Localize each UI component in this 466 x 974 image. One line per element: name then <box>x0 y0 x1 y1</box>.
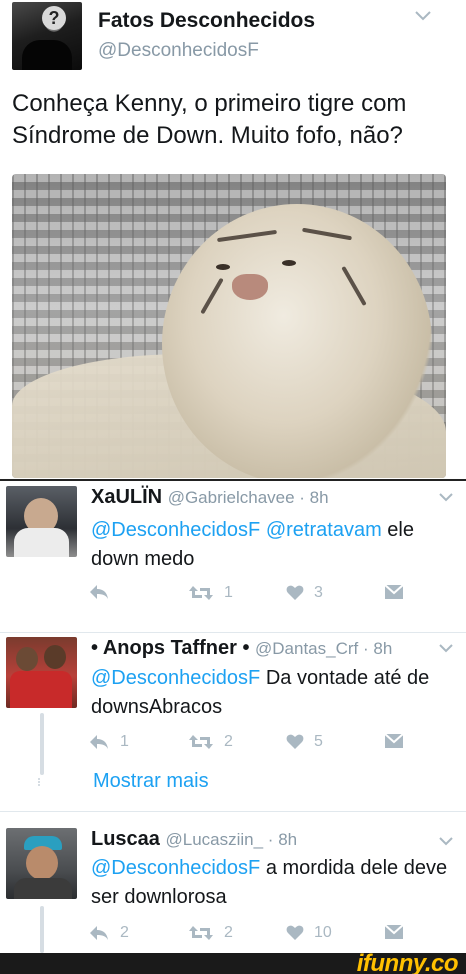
thread-line <box>40 906 44 953</box>
reply-author-name[interactable]: Luscaa <box>91 828 160 850</box>
question-mark-icon: ? <box>42 6 66 30</box>
divider <box>0 479 466 481</box>
author-name[interactable]: Fatos Desconhecidos <box>98 9 315 33</box>
mention-link[interactable]: @DesconhecidosF <box>91 667 260 689</box>
reply-author-name[interactable]: • Anops Taffner • <box>91 637 249 659</box>
retweet-icon <box>189 926 213 940</box>
tweet-photo[interactable] <box>12 174 446 478</box>
reply-meta: @Gabrielchavee · 8h <box>167 488 329 507</box>
like-button[interactable]: 5 <box>286 733 323 751</box>
reply-button[interactable] <box>88 584 120 600</box>
ifunny-logo: ifunny.co <box>356 950 459 974</box>
mention-link[interactable]: @retratavam <box>266 519 382 541</box>
reply-item[interactable]: • Anops Taffner • @Dantas_Crf · 8h @Desc… <box>0 633 466 811</box>
dm-button[interactable] <box>384 584 404 600</box>
retweet-button[interactable]: 2 <box>188 733 233 751</box>
like-icon <box>286 925 304 940</box>
reply-meta: @Dantas_Crf · 8h <box>255 639 393 658</box>
chevron-down-icon[interactable] <box>438 492 454 502</box>
dm-icon <box>384 733 404 748</box>
retweet-icon <box>189 735 213 749</box>
reply-item[interactable]: Luscaa @Lucasziin_ · 8h @DesconhecidosF … <box>0 812 466 953</box>
reply-icon <box>90 735 108 749</box>
reply-meta: @Lucasziin_ · 8h <box>165 830 298 849</box>
avatar[interactable] <box>6 486 77 557</box>
like-button[interactable]: 3 <box>286 584 323 602</box>
reply-text: @DesconhecidosF a mordida dele deve ser … <box>91 857 448 908</box>
tweet-text: Conheça Kenny, o primeiro tigre com Sínd… <box>12 90 407 149</box>
mention-link[interactable]: @DesconhecidosF <box>91 857 260 879</box>
show-more-link[interactable]: Mostrar mais <box>93 770 209 793</box>
tweet-actions: 1 3 <box>88 584 418 608</box>
mention-link[interactable]: @DesconhecidosF <box>91 519 260 541</box>
dm-button[interactable] <box>384 924 404 940</box>
thread-line <box>40 713 44 775</box>
tiger-image <box>162 204 432 478</box>
tweet-actions: 2 2 10 <box>88 924 418 948</box>
main-tweet: ? Fatos Desconhecidos @DesconhecidosF Co… <box>0 0 466 480</box>
like-icon <box>286 585 304 600</box>
like-icon <box>286 734 304 749</box>
watermark-bar: ifunny.co <box>0 950 466 974</box>
chevron-down-icon[interactable] <box>438 836 454 846</box>
dm-icon <box>384 924 404 939</box>
reply-text: @DesconhecidosF Da vontade até de downsA… <box>91 667 430 718</box>
reply-icon <box>90 585 108 599</box>
avatar[interactable] <box>6 828 77 899</box>
reply-item[interactable]: XaULÏN @Gabrielchavee · 8h @Desconhecido… <box>0 482 466 632</box>
dm-icon <box>384 584 404 599</box>
like-button[interactable]: 10 <box>286 924 332 942</box>
retweet-icon <box>189 586 213 600</box>
chevron-down-icon[interactable] <box>438 643 454 653</box>
tweet-actions: 1 2 5 <box>88 733 418 757</box>
chevron-down-icon[interactable] <box>414 10 432 22</box>
dm-button[interactable] <box>384 733 404 749</box>
retweet-button[interactable]: 1 <box>188 584 233 602</box>
retweet-button[interactable]: 2 <box>188 924 233 942</box>
reply-button[interactable]: 2 <box>88 924 129 942</box>
reply-button[interactable]: 1 <box>88 733 129 751</box>
avatar[interactable]: ? <box>12 2 82 70</box>
reply-text: @DesconhecidosF @retratavam ele down med… <box>91 519 414 570</box>
avatar[interactable] <box>6 637 77 708</box>
reply-author-name[interactable]: XaULÏN <box>91 486 162 508</box>
reply-icon <box>90 926 108 940</box>
author-handle[interactable]: @DesconhecidosF <box>98 40 259 62</box>
